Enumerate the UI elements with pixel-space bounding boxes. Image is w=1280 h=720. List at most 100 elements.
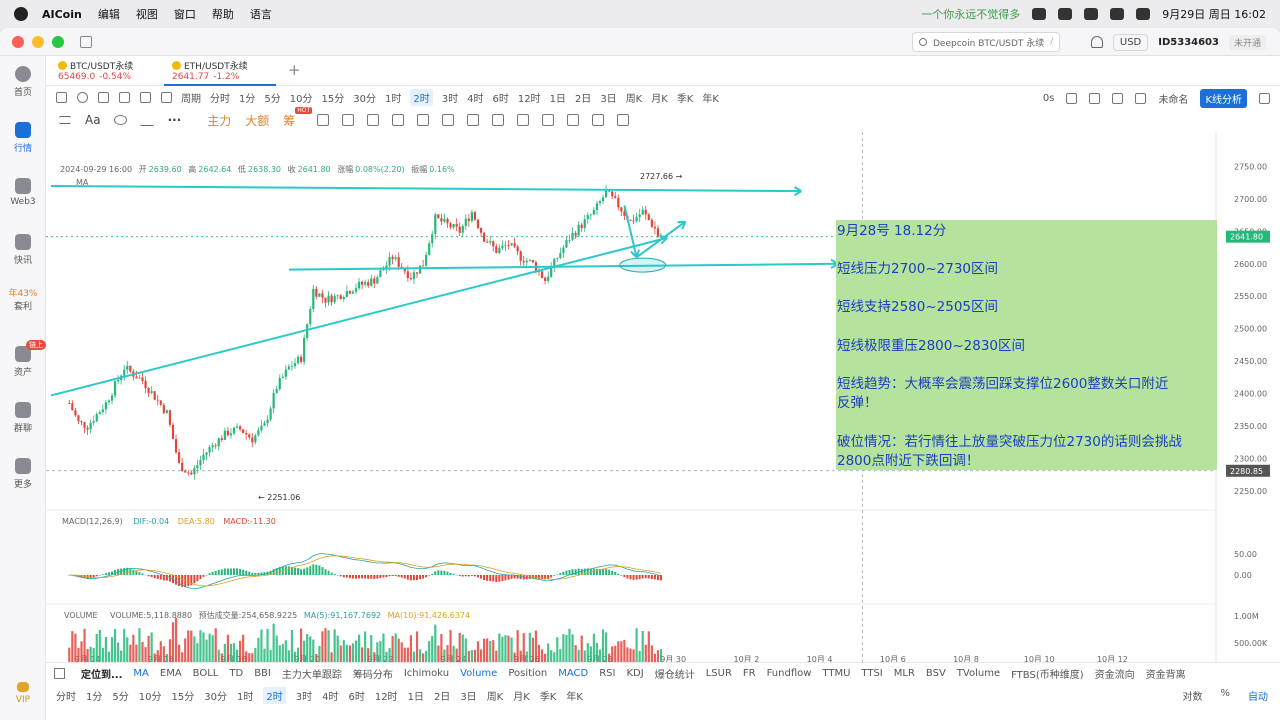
- compare-icon[interactable]: [98, 91, 109, 103]
- indicator-8[interactable]: Ichimoku: [404, 668, 449, 679]
- trash-icon[interactable]: [617, 114, 630, 126]
- indicator-7[interactable]: 筹码分布: [353, 666, 393, 681]
- bottom-timeframe-5[interactable]: 30分: [204, 688, 227, 703]
- bottom-timeframe-9[interactable]: 4时: [322, 688, 338, 703]
- indicator-21[interactable]: BSV: [926, 668, 946, 679]
- magnet-icon[interactable]: [442, 114, 455, 126]
- indicator-icon[interactable]: [77, 91, 88, 103]
- indicator-14[interactable]: 爆仓统计: [655, 666, 695, 681]
- calendar-icon[interactable]: [119, 91, 130, 103]
- eye-icon[interactable]: [542, 114, 555, 126]
- notification-bell-icon[interactable]: [1090, 36, 1103, 48]
- sidebar-item-assets[interactable]: 链上 资产: [0, 340, 46, 378]
- timeframe-8[interactable]: 2时: [410, 88, 433, 106]
- tray-app-icon[interactable]: [1058, 8, 1073, 20]
- bottom-timeframe-6[interactable]: 1时: [237, 688, 253, 703]
- timeframe-13[interactable]: 1日: [550, 90, 566, 105]
- bottom-timeframe-4[interactable]: 15分: [171, 688, 194, 703]
- sidebar-item-home[interactable]: 首页: [0, 66, 46, 98]
- timeframe-9[interactable]: 3时: [442, 90, 458, 105]
- support-highlight-ellipse[interactable]: [619, 257, 667, 273]
- indicator-19[interactable]: TTSI: [861, 668, 882, 679]
- auto-scale-toggle[interactable]: 自动: [1248, 688, 1268, 703]
- timeframe-7[interactable]: 1时: [385, 90, 401, 105]
- timeframe-11[interactable]: 6时: [492, 90, 508, 105]
- indicator-25[interactable]: 资金背离: [1146, 666, 1186, 681]
- close-window-button[interactable]: [12, 35, 24, 48]
- indicator-13[interactable]: KDJ: [626, 668, 643, 679]
- percent-scale-toggle[interactable]: %: [1220, 688, 1230, 703]
- timeframe-15[interactable]: 3日: [600, 90, 616, 105]
- text-tool-button[interactable]: Aa: [85, 113, 101, 127]
- app-name[interactable]: AICoin: [42, 8, 82, 21]
- bottom-timeframe-10[interactable]: 6时: [348, 688, 364, 703]
- timeframe-14[interactable]: 2日: [575, 90, 591, 105]
- bottom-timeframe-17[interactable]: 季K: [540, 688, 557, 703]
- menu-language[interactable]: 语言: [250, 6, 272, 22]
- tab-eth-usdt[interactable]: ETH/USDT永续 2641.77 -1.2%: [164, 56, 276, 86]
- pencil-icon[interactable]: [417, 114, 430, 126]
- eraser-icon[interactable]: [467, 114, 480, 126]
- timeframe-17[interactable]: 月K: [651, 90, 668, 105]
- indicator-15[interactable]: LSUR: [706, 668, 732, 679]
- kline-analysis-button[interactable]: K线分析: [1200, 89, 1247, 108]
- bottom-timeframe-2[interactable]: 5分: [112, 688, 128, 703]
- indicator-10[interactable]: Position: [508, 668, 547, 679]
- indicator-11[interactable]: MACD: [558, 668, 588, 679]
- indicator-16[interactable]: FR: [743, 668, 756, 679]
- bottom-timeframe-14[interactable]: 3日: [460, 688, 476, 703]
- bottom-timeframe-16[interactable]: 月K: [513, 688, 530, 703]
- big-order-button[interactable]: 大额: [245, 112, 269, 129]
- indicator-22[interactable]: TVolume: [957, 668, 1000, 679]
- timeframe-2[interactable]: 1分: [239, 90, 255, 105]
- tray-app-icon[interactable]: [1084, 8, 1099, 20]
- bottom-timeframe-3[interactable]: 10分: [139, 688, 162, 703]
- minimize-window-button[interactable]: [32, 35, 44, 48]
- indicator-17[interactable]: Fundflow: [767, 668, 812, 679]
- wifi-icon[interactable]: [1110, 8, 1125, 20]
- tray-app-icon[interactable]: [1032, 8, 1047, 20]
- menu-window[interactable]: 窗口: [174, 6, 196, 22]
- timeframe-10[interactable]: 4时: [467, 90, 483, 105]
- add-tab-button[interactable]: +: [288, 61, 301, 79]
- bottom-timeframe-1[interactable]: 1分: [86, 688, 102, 703]
- more-tools-icon[interactable]: ···: [168, 113, 182, 127]
- copy-icon[interactable]: [492, 114, 505, 126]
- indicator-18[interactable]: TTMU: [822, 668, 850, 679]
- menu-icon[interactable]: [59, 116, 71, 124]
- layout-icon[interactable]: [1112, 93, 1124, 104]
- macd-legend[interactable]: MACD(12,26,9) DIF:-0.04 DEA:5.80 MACD:-1…: [62, 517, 276, 526]
- menu-view[interactable]: 视图: [136, 6, 158, 22]
- sidebar-toggle-icon[interactable]: [80, 35, 92, 48]
- bottom-timeframe-8[interactable]: 3时: [296, 688, 312, 703]
- bottom-timeframe-0[interactable]: 分时: [56, 688, 76, 703]
- fullscreen-icon[interactable]: [1089, 93, 1101, 104]
- indicator-6[interactable]: 主力大单跟踪: [282, 666, 342, 681]
- chip-button[interactable]: 筹 HOT: [283, 106, 313, 129]
- datetime[interactable]: 9月29日 周日 16:02: [1162, 6, 1266, 22]
- bottom-timeframe-18[interactable]: 年K: [566, 688, 583, 703]
- sidebar-item-arbitrage[interactable]: 年43% 套利: [0, 286, 46, 312]
- timeframe-3[interactable]: 5分: [264, 90, 280, 105]
- menu-edit[interactable]: 编辑: [98, 6, 120, 22]
- sidebar-item-news[interactable]: 快讯: [0, 234, 46, 266]
- volume-legend[interactable]: VOLUME VOLUME:5,118.8880 预估成交量:254,658.9…: [64, 610, 470, 620]
- timeframe-6[interactable]: 30分: [353, 90, 376, 105]
- bottom-timeframe-13[interactable]: 2日: [434, 688, 450, 703]
- checkbox-icon[interactable]: [54, 668, 65, 679]
- split-icon[interactable]: [140, 91, 151, 103]
- price-chart-svg[interactable]: 2750.002700.002650.002600.002550.002500.…: [46, 132, 1280, 688]
- indicator-2[interactable]: EMA: [160, 668, 182, 679]
- search-input[interactable]: Deepcoin BTC/USDT 永续 /: [912, 32, 1060, 52]
- line-tool-icon[interactable]: [139, 114, 154, 126]
- timeframe-1[interactable]: 分时: [210, 90, 230, 105]
- step-back-icon[interactable]: [161, 91, 172, 103]
- currency-select[interactable]: USD: [1112, 33, 1149, 51]
- sidebar-item-web3[interactable]: Web3: [0, 178, 46, 207]
- layout-name-select[interactable]: 未命名: [1158, 91, 1188, 106]
- expand-icon[interactable]: [1259, 93, 1270, 104]
- sidebar-item-more[interactable]: 更多: [0, 458, 46, 490]
- indicator-1[interactable]: MA: [133, 668, 148, 679]
- timeframe-0[interactable]: 周期: [181, 90, 201, 105]
- ma-label[interactable]: MA: [76, 178, 89, 187]
